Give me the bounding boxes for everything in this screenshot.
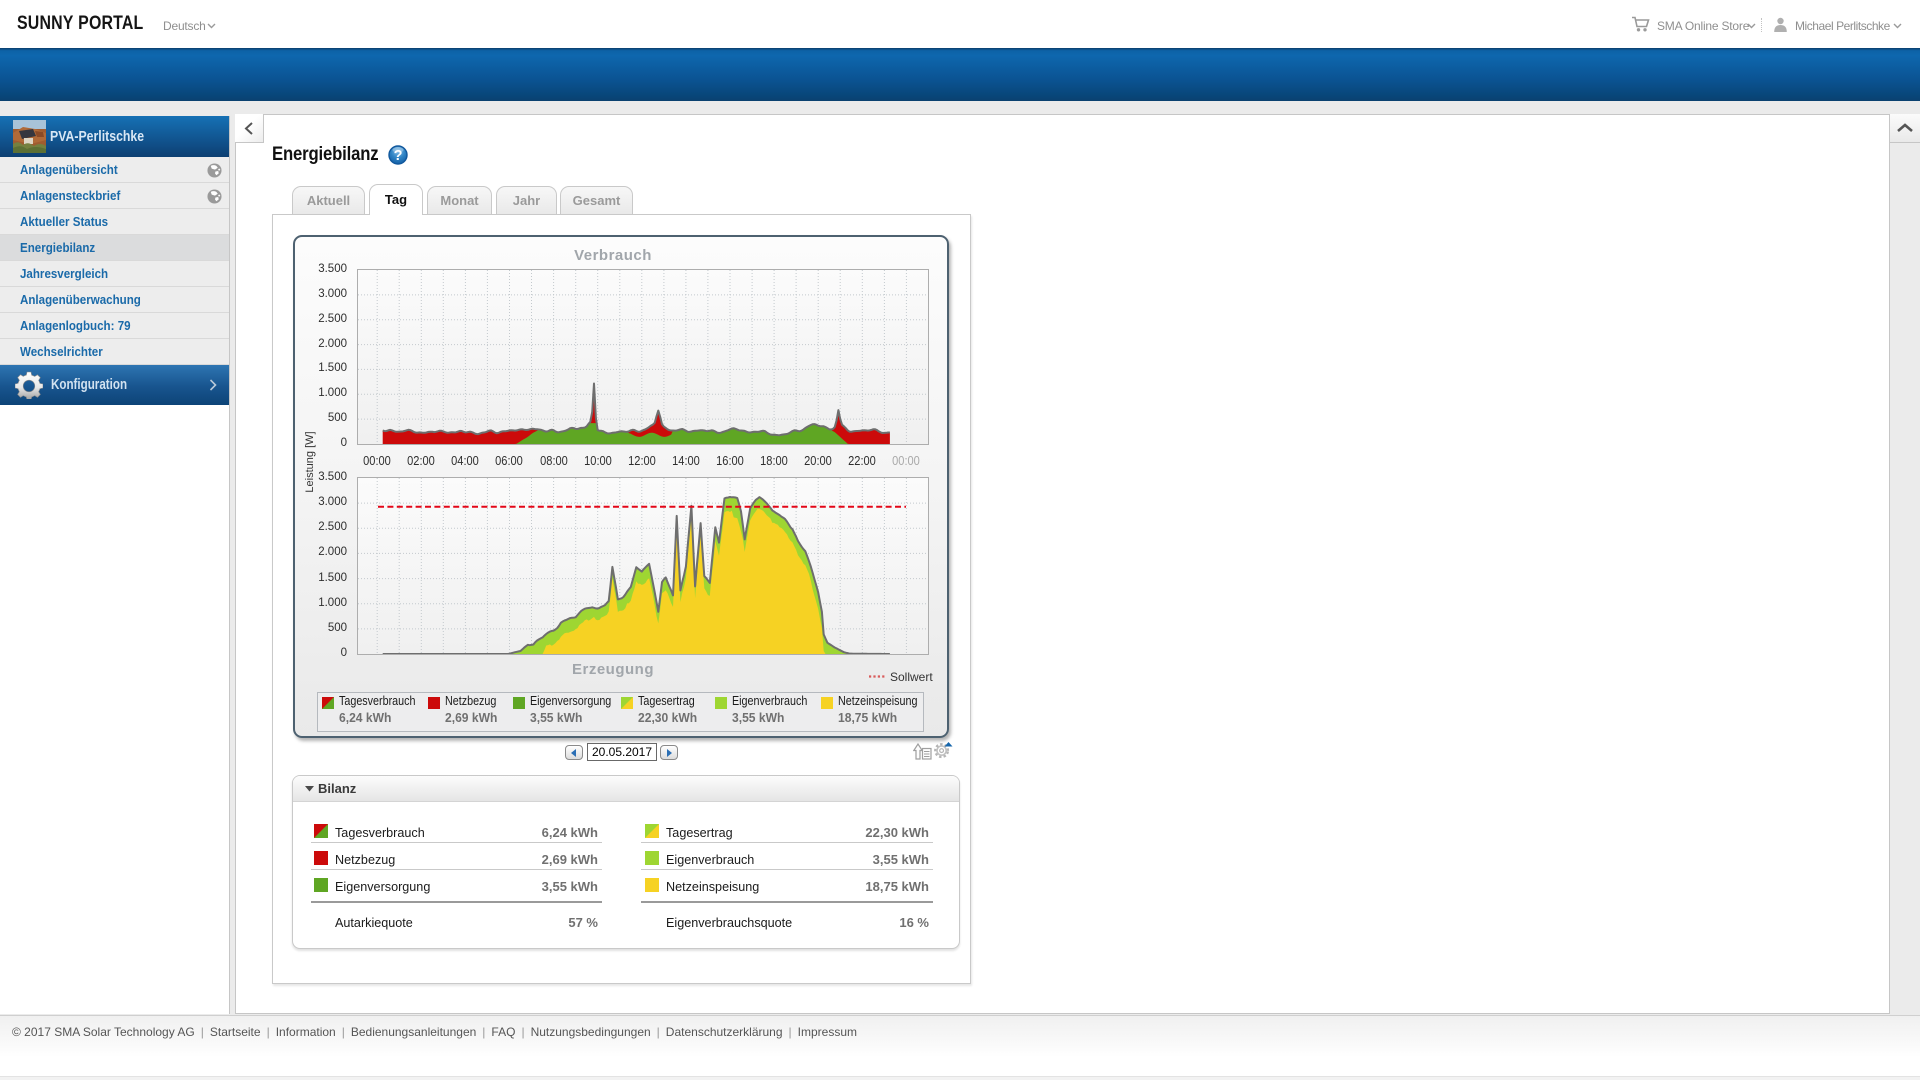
svg-text:?: ? xyxy=(394,148,403,164)
